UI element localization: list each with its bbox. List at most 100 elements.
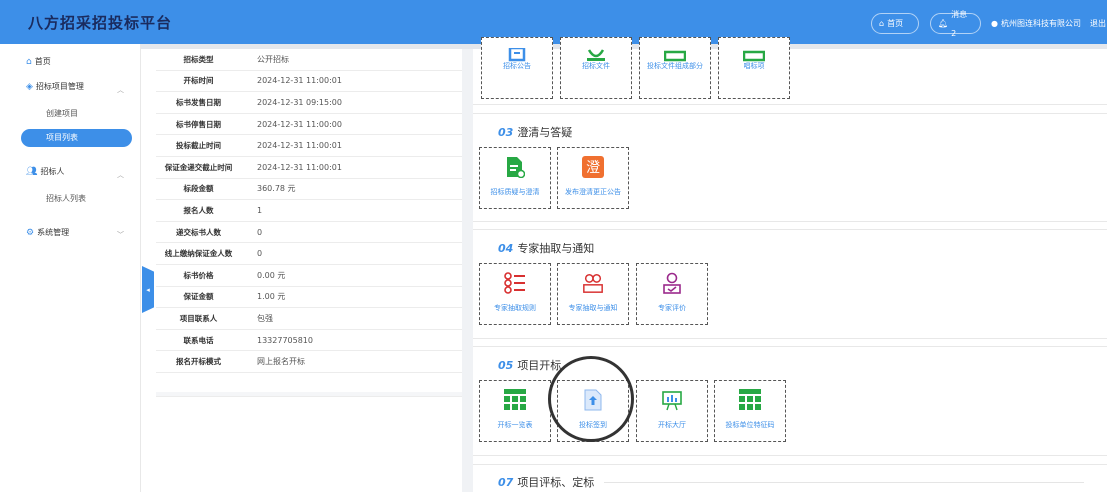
title-rule <box>604 481 1085 483</box>
home-button[interactable]: ⌂ 首页 <box>871 13 919 34</box>
top-header: 八方招采招投标平台 ⌂ 首页 🔔︎ 消息 2 ● 杭州图连科技有限公司 退出 <box>0 0 1107 44</box>
column-divider <box>462 49 473 492</box>
table-icon <box>739 389 761 411</box>
field-value: 13327705810 <box>257 335 313 345</box>
users-icon: 👥︎ <box>26 166 38 177</box>
card-label: 专家抽取与通知 <box>568 304 618 312</box>
card-label: 专家抽取规则 <box>494 304 536 312</box>
company-name: 杭州图连科技有限公司 <box>1000 19 1081 28</box>
field-label: 联系电话 <box>183 335 214 345</box>
section-title: 05 项目开标 <box>498 357 561 373</box>
chevron-down-icon[interactable]: ﹀ <box>117 230 124 240</box>
card-tender-file[interactable]: 招标文件 <box>560 37 632 99</box>
table-row: 标书发售日期 2024-12-31 09:15:00 <box>156 92 462 114</box>
panel-clarification: 03 澄清与答疑 招标质疑与澄清 澄 发布澄清更正公告 <box>473 113 1107 222</box>
card-opening-list[interactable]: 开标一览表 <box>479 380 551 442</box>
field-value: 0 <box>257 249 263 259</box>
table-row: 保证金额 1.00 元 <box>156 287 462 309</box>
field-label: 投标截止时间 <box>176 141 221 151</box>
svg-text:澄: 澄 <box>586 160 600 176</box>
section-title: 07 项目评标、定标 <box>498 474 1085 490</box>
table-row: 招标类型 公开招标 <box>156 49 462 71</box>
card-expert-review[interactable]: 专家评价 <box>636 263 708 325</box>
field-value: 0 <box>257 227 263 237</box>
sidebar-item-project-list[interactable]: 项目列表 <box>21 129 132 147</box>
card-label: 开标一览表 <box>497 421 533 429</box>
sidebar-item-tenderer-list[interactable]: 招标人列表 <box>46 193 86 204</box>
field-value: 2024-12-31 11:00:01 <box>257 76 342 86</box>
doc-gear-icon <box>504 156 526 178</box>
card-label: 招标公告 <box>503 62 531 70</box>
card-opening-hall[interactable]: 开标大厅 <box>636 380 708 442</box>
field-label: 递交标书人数 <box>176 227 221 237</box>
card-query-clarify[interactable]: 招标质疑与澄清 <box>479 147 551 209</box>
bell-icon: 🔔︎ <box>938 19 949 28</box>
sidebar-item-project-mgmt[interactable]: ◈ 招标项目管理 <box>26 81 84 92</box>
table-row: 线上缴纳保证金人数 0 <box>156 243 462 265</box>
sidebar-item-label: 招标人 <box>40 167 65 176</box>
field-value: 公开招标 <box>257 54 289 64</box>
card-tender-notice[interactable]: 招标公告 <box>481 37 553 99</box>
site-logo[interactable]: 八方招采招投标平台 <box>28 12 172 33</box>
field-label: 标书价格 <box>183 270 214 280</box>
table-footer <box>156 392 462 397</box>
sidebar-item-label: 招标项目管理 <box>35 82 84 91</box>
field-value: 2024-12-31 11:00:00 <box>257 119 342 129</box>
section-number: 05 <box>498 358 514 372</box>
project-info-table: 招标类型 公开招标 开标时间 2024-12-31 11:00:01 标书发售日期 202… <box>156 49 462 373</box>
field-value: 2024-12-31 11:00:01 <box>257 141 342 151</box>
card-bid-components[interactable]: 投标文件组成部分 <box>639 37 711 99</box>
table-row: 项目联系人 包强 <box>156 308 462 330</box>
field-label: 报名开标模式 <box>176 357 221 367</box>
clarify-icon: 澄 <box>582 156 604 178</box>
card-bidder-code[interactable]: 投标单位特征码 <box>714 380 786 442</box>
card-label: 专家评价 <box>658 304 686 312</box>
sidebar-item-system[interactable]: ⚙ 系统管理 <box>26 227 69 238</box>
sidebar-item-create-project[interactable]: 创建项目 <box>46 108 78 119</box>
chevron-left-icon: ◂ <box>146 285 150 294</box>
logout-link[interactable]: 退出 <box>1090 13 1106 34</box>
card-bid-items[interactable]: 唱标项 <box>718 37 790 99</box>
chevron-up-icon[interactable]: ︿ <box>117 170 124 180</box>
messages-button[interactable]: 🔔︎ 消息 2 <box>930 10 981 38</box>
table-row: 联系电话 13327705810 <box>156 330 462 352</box>
sidebar-item-home[interactable]: ⌂ 首页 <box>26 56 51 67</box>
field-value: 1.00 元 <box>257 292 286 302</box>
table-row: 标书停售日期 2024-12-31 11:00:00 <box>156 114 462 136</box>
table-row: 投标截止时间 2024-12-31 11:00:01 <box>156 135 462 157</box>
section-number: 03 <box>498 125 514 139</box>
table-row: 报名开标模式 网上报名开标 <box>156 351 462 373</box>
chevron-up-icon[interactable]: ︿ <box>117 85 124 95</box>
home-icon: ⌂ <box>879 19 885 28</box>
card-label: 开标大厅 <box>658 421 686 429</box>
home-label: 首页 <box>887 19 904 28</box>
list-rules-icon <box>504 272 526 294</box>
field-label: 报名人数 <box>183 205 214 215</box>
section-title: 03 澄清与答疑 <box>498 124 572 140</box>
user-check-icon <box>661 272 683 294</box>
card-publish-clarify[interactable]: 澄 发布澄清更正公告 <box>557 147 629 209</box>
card-expert-notify[interactable]: 专家抽取与通知 <box>557 263 629 325</box>
section-name: 专家抽取与通知 <box>517 242 595 255</box>
user-menu[interactable]: ● 杭州图连科技有限公司 退出 <box>991 13 1106 34</box>
field-label: 标书发售日期 <box>176 97 221 107</box>
field-label: 标段金额 <box>183 184 214 194</box>
field-label: 标书停售日期 <box>176 119 221 129</box>
card-label: 招标质疑与澄清 <box>490 188 540 196</box>
presentation-icon <box>661 389 683 411</box>
field-label: 保证金额 <box>183 292 214 302</box>
home-icon: ⌂ <box>26 56 32 67</box>
section-number: 04 <box>498 241 514 255</box>
card-label: 投标单位特征码 <box>725 421 775 429</box>
sidebar-item-tenderer[interactable]: 👥︎ 招标人 <box>26 166 64 177</box>
section-name: 澄清与答疑 <box>517 126 573 139</box>
highlight-circle <box>548 356 634 442</box>
card-expert-rules[interactable]: 专家抽取规则 <box>479 263 551 325</box>
field-label: 开标时间 <box>183 76 214 86</box>
sidebar-item-label: 首页 <box>34 57 51 66</box>
sidebar-collapse-toggle[interactable]: ◂ <box>142 266 154 313</box>
section-title: 04 专家抽取与通知 <box>498 240 594 256</box>
card-label: 投标文件组成部分 <box>647 62 703 70</box>
field-label: 保证金递交截止时间 <box>164 162 233 172</box>
table-row: 递交标书人数 0 <box>156 222 462 244</box>
